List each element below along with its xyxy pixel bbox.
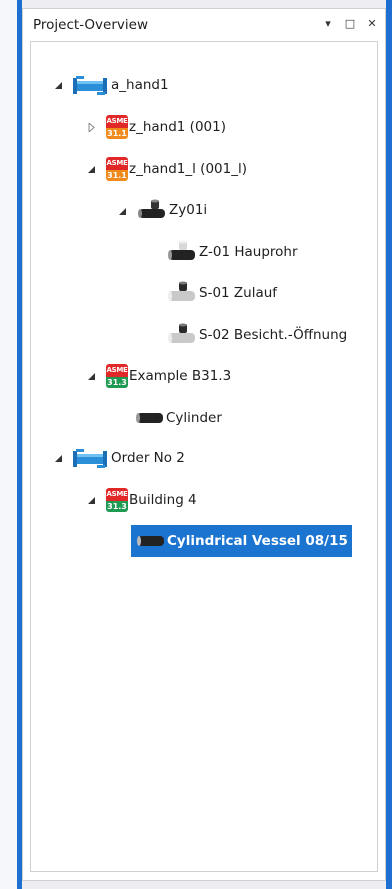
project-tree[interactable]: a_hand1 ASME 31.1 z_hand1 (001) ASME 31.… — [30, 41, 378, 872]
pipe-project-icon — [73, 447, 109, 469]
tree-item-order-no-2[interactable]: Order No 2 — [73, 445, 185, 471]
dark-pipe-icon — [135, 198, 169, 222]
tree-item-label: Building 4 — [129, 492, 197, 508]
tree-item-label: z_hand1 (001) — [129, 119, 226, 135]
tree-item-label: Zy01i — [169, 202, 208, 218]
asme-311-badge-icon: ASME 31.1 — [106, 157, 128, 181]
tree-item-label: Z-01 Hauprohr — [199, 244, 298, 260]
tree-item-label: Example B31.3 — [129, 368, 232, 384]
tree-item-s01[interactable]: S-01 Zulauf — [165, 280, 277, 306]
tree-item-label: a_hand1 — [111, 77, 169, 93]
expanded-triangle-icon[interactable] — [53, 80, 63, 90]
light-pipe-icon — [165, 322, 199, 348]
dropdown-icon[interactable]: ▾ — [321, 15, 335, 31]
tree-item-label: z_hand1_l (001_l) — [129, 161, 247, 177]
float-window-icon[interactable]: □ — [343, 15, 357, 31]
tree-item-building-4[interactable]: ASME 31.3 Building 4 — [106, 487, 197, 513]
dark-pipe-icon — [134, 408, 166, 428]
project-overview-panel: Project-Overview ▾ □ ✕ a_hand1 ASME 31.1… — [22, 8, 386, 881]
panel-title: Project-Overview — [33, 17, 148, 33]
right-accent-border — [386, 0, 392, 889]
panel-titlebar: Project-Overview ▾ □ ✕ — [23, 9, 385, 39]
tree-item-label: S-02 Besicht.-Öffnung — [199, 327, 348, 343]
tree-item-label: S-01 Zulauf — [199, 285, 278, 301]
dark-pipe-icon — [165, 239, 199, 265]
tree-item-z01[interactable]: Z-01 Hauprohr — [165, 239, 298, 265]
close-icon[interactable]: ✕ — [365, 15, 379, 31]
tree-item-s02[interactable]: S-02 Besicht.-Öffnung — [165, 322, 347, 348]
tree-item-label: Cylindrical Vessel 08/15 — [167, 533, 348, 549]
expanded-triangle-icon[interactable] — [86, 495, 96, 505]
dark-pipe-icon — [135, 531, 167, 551]
tree-item-label: Cylinder — [166, 410, 222, 426]
tree-item-z-hand1-l[interactable]: ASME 31.1 z_hand1_l (001_l) — [106, 156, 247, 182]
expanded-triangle-icon[interactable] — [53, 453, 63, 463]
left-dock-area — [0, 0, 17, 889]
expanded-triangle-icon[interactable] — [117, 206, 127, 216]
expanded-triangle-icon[interactable] — [86, 164, 96, 174]
pipe-project-icon — [73, 74, 109, 96]
tree-item-cylinder[interactable]: Cylinder — [134, 405, 222, 431]
tree-item-example-b313[interactable]: ASME 31.3 Example B31.3 — [106, 363, 231, 389]
tree-item-zy01i[interactable]: Zy01i — [135, 197, 207, 223]
panel-title-buttons: ▾ □ ✕ — [321, 15, 379, 31]
collapsed-triangle-icon[interactable] — [86, 122, 96, 132]
asme-313-badge-icon: ASME 31.3 — [106, 488, 128, 512]
tree-item-cylindrical-vessel[interactable]: Cylindrical Vessel 08/15 — [131, 525, 352, 557]
tree-item-a-hand1[interactable]: a_hand1 — [73, 72, 169, 98]
tree-item-z-hand1[interactable]: ASME 31.1 z_hand1 (001) — [106, 114, 226, 140]
asme-311-badge-icon: ASME 31.1 — [106, 115, 128, 139]
expanded-triangle-icon[interactable] — [86, 371, 96, 381]
light-pipe-icon — [165, 280, 199, 306]
tree-item-label: Order No 2 — [111, 450, 185, 466]
asme-313-badge-icon: ASME 31.3 — [106, 364, 128, 388]
